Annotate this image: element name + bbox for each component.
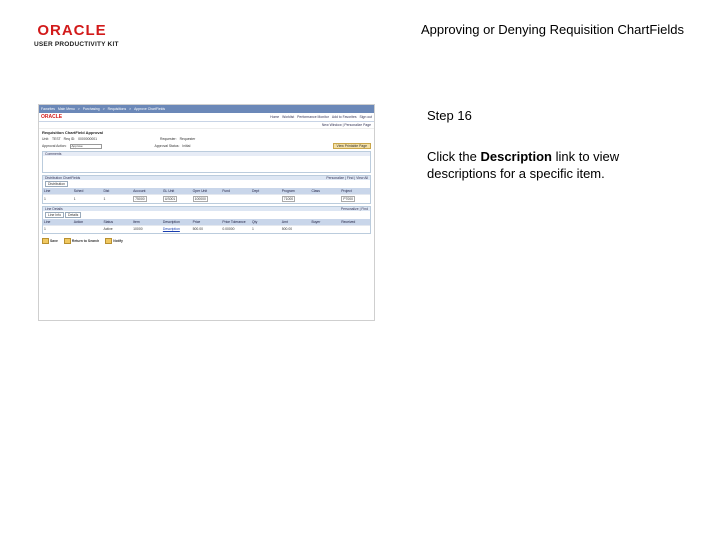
notify-icon <box>105 237 113 244</box>
view-printable-button[interactable]: View Printable Page <box>332 143 371 149</box>
save-button[interactable]: Save <box>42 237 58 244</box>
oper-unit-input[interactable]: 100000 <box>192 196 208 202</box>
header-row-2: Approval Action: Approve Approval Status… <box>39 142 374 150</box>
return-to-search-button[interactable]: Return to Search <box>63 237 100 244</box>
table-cell: 0.00000 <box>221 224 252 233</box>
table-cell <box>310 194 341 203</box>
new-window-link[interactable]: New Window | Personalize Page <box>39 122 374 129</box>
req-id-label: Req ID: <box>63 137 76 141</box>
breadcrumb-item[interactable]: Favorites <box>41 107 55 111</box>
notify-button[interactable]: Notify <box>105 237 123 244</box>
requester-label: Requester: <box>160 137 177 141</box>
table-cell: 1 <box>102 194 133 203</box>
table-cell: 500.00 <box>280 224 311 233</box>
breadcrumb-separator: > <box>102 107 105 111</box>
page-title: Requisition ChartField Approval <box>42 130 103 135</box>
unit-value: TEST <box>51 137 61 141</box>
instruction-link-name: Description <box>480 149 552 164</box>
table-cell: Description <box>161 224 192 233</box>
table-cell: 1 <box>43 194 73 203</box>
table-cell <box>221 194 252 203</box>
line-details-grid-nav[interactable]: Personalize | Find <box>341 207 368 211</box>
comments-box: Comments <box>42 151 371 173</box>
return-icon <box>63 237 71 244</box>
distribution-tabs: Distribution <box>43 180 370 188</box>
footer-buttons: Save Return to Search Notify <box>39 236 374 246</box>
nav-link-favorites[interactable]: Add to Favorites <box>332 115 357 119</box>
table-cell: P7000 <box>340 194 370 203</box>
line-details-table: Line Action Status Item Description Pric… <box>43 219 370 233</box>
nav-link-signout[interactable]: Sign out <box>360 115 372 119</box>
instruction-prefix: Click the <box>427 149 481 164</box>
breadcrumb-separator: > <box>77 107 80 111</box>
app-logo: ORACLE <box>41 114 63 120</box>
approval-status-label: Approval Status: <box>154 144 180 148</box>
table-cell: US001 <box>161 194 192 203</box>
table-cell <box>310 224 341 233</box>
table-cell: 1 <box>72 194 103 203</box>
table-row: 1 Active 10000 Description 500.00 0.0000… <box>43 224 370 233</box>
breadcrumb-item[interactable]: Main Menu <box>58 107 75 111</box>
distribution-caption: Distribution ChartFields <box>45 176 81 180</box>
table-cell: 75000 <box>132 194 162 203</box>
nav-links: Home Worklist Performance Monitor Add to… <box>270 115 372 119</box>
nav-link-worklist[interactable]: Worklist <box>282 115 294 119</box>
breadcrumb-bar: Favorites Main Menu > Purchasing > Requi… <box>39 105 374 113</box>
req-id-value: 0000000001 <box>78 137 98 141</box>
breadcrumb-item[interactable]: Purchasing <box>83 107 100 111</box>
application-screenshot: Favorites Main Menu > Purchasing > Requi… <box>38 104 375 321</box>
distribution-grid: Distribution ChartFields Personalize | F… <box>42 175 371 204</box>
oracle-upk-logo: ORACLE USER PRODUCTIVITY KIT <box>34 22 144 48</box>
unit-label: Unit: <box>42 137 49 141</box>
step-instruction: Click the Description link to view descr… <box>427 148 677 182</box>
save-label: Save <box>50 238 58 243</box>
approval-action-label: Approval Action: <box>42 144 67 148</box>
step-number: Step 16 <box>427 108 472 123</box>
table-cell: 71000 <box>280 194 311 203</box>
approval-action-select[interactable]: Approve <box>69 143 102 149</box>
approval-status-value: Initial <box>182 144 191 148</box>
comments-caption: Comments <box>43 152 370 156</box>
account-input[interactable]: 75000 <box>133 196 147 202</box>
nav-link-performance[interactable]: Performance Monitor <box>297 115 329 119</box>
oracle-wordmark: ORACLE <box>37 22 107 39</box>
line-details-tabs: Line Info Details <box>43 211 370 219</box>
app-navbar: ORACLE Home Worklist Performance Monitor… <box>39 113 374 122</box>
document-title: Approving or Denying Requisition ChartFi… <box>420 22 684 37</box>
table-cell: Active <box>102 224 133 233</box>
requester-value: Requester <box>179 137 196 141</box>
breadcrumb-item[interactable]: Approve ChartFields <box>134 107 165 111</box>
table-cell <box>251 194 281 203</box>
table-cell <box>340 224 370 233</box>
table-row: 1 1 1 75000 US001 100000 71000 P7000 <box>43 194 370 203</box>
distribution-table: Line Sched Dist Account GL Unit Oper Uni… <box>43 188 370 203</box>
tab-line-info[interactable]: Line Info <box>45 212 65 218</box>
table-cell: 500.00 <box>191 224 222 233</box>
tab-details[interactable]: Details <box>65 212 82 218</box>
notify-label: Notify <box>113 238 123 243</box>
save-icon <box>42 237 49 244</box>
description-link[interactable]: Description <box>163 227 180 231</box>
gl-unit-input[interactable]: US001 <box>162 196 178 202</box>
table-cell <box>72 224 103 233</box>
table-cell: 100000 <box>191 194 222 203</box>
return-label: Return to Search <box>71 238 100 243</box>
project-input[interactable]: P7000 <box>341 196 355 202</box>
line-details-grid: Line Details Personalize | Find Line Inf… <box>42 206 371 234</box>
distribution-grid-nav[interactable]: Personalize | Find | View All <box>326 176 368 180</box>
breadcrumb-item[interactable]: Requisitions <box>108 107 126 111</box>
tab-distribution[interactable]: Distribution <box>45 181 68 187</box>
table-cell: 1 <box>251 224 281 233</box>
breadcrumb-separator: > <box>129 107 132 111</box>
upk-subtitle: USER PRODUCTIVITY KIT <box>34 41 119 48</box>
nav-link-home[interactable]: Home <box>270 115 279 119</box>
line-details-caption: Line Details <box>45 207 63 211</box>
program-input[interactable]: 71000 <box>281 196 296 202</box>
table-cell: 1 <box>43 224 73 233</box>
table-cell: 10000 <box>132 224 162 233</box>
